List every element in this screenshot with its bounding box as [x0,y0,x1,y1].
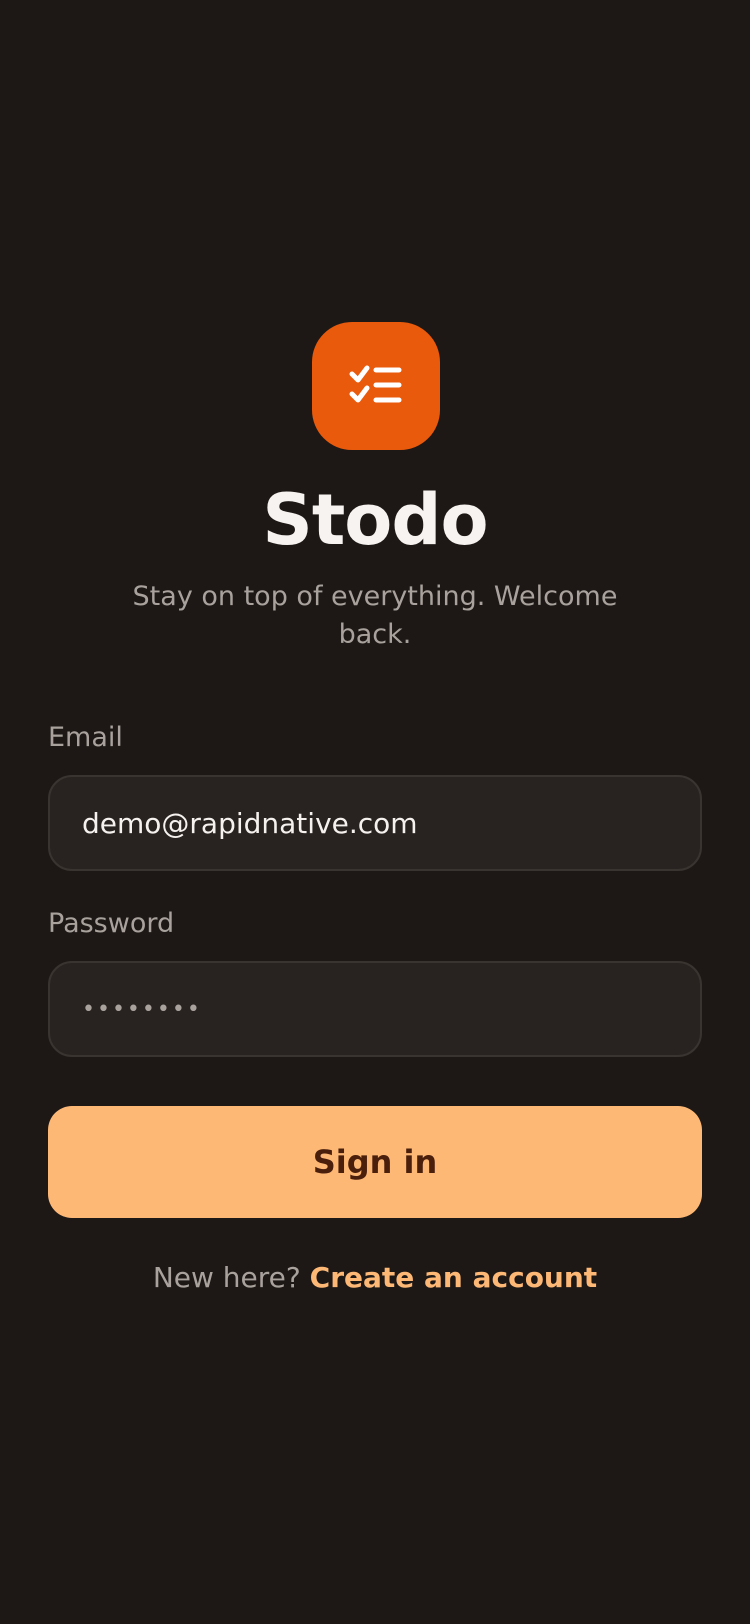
password-label: Password [48,908,175,939]
app-title: Stodo [262,479,488,561]
password-field[interactable] [82,996,700,1022]
create-account-prompt: New here? Create an account [0,1258,750,1298]
sign-in-button[interactable]: Sign in [48,1106,702,1218]
sign-in-screen: Stodo Stay on top of everything. Welcome… [0,0,750,1624]
email-label: Email [48,722,123,753]
create-account-link[interactable]: Create an account [310,1261,598,1294]
app-logo [312,322,440,450]
email-field-container[interactable] [48,775,702,871]
new-here-text: New here? [152,1261,310,1294]
app-tagline: Stay on top of everything. Welcome back. [132,581,618,650]
checklist-icon [349,365,402,403]
email-field[interactable] [82,806,700,840]
password-field-container[interactable] [48,961,702,1057]
